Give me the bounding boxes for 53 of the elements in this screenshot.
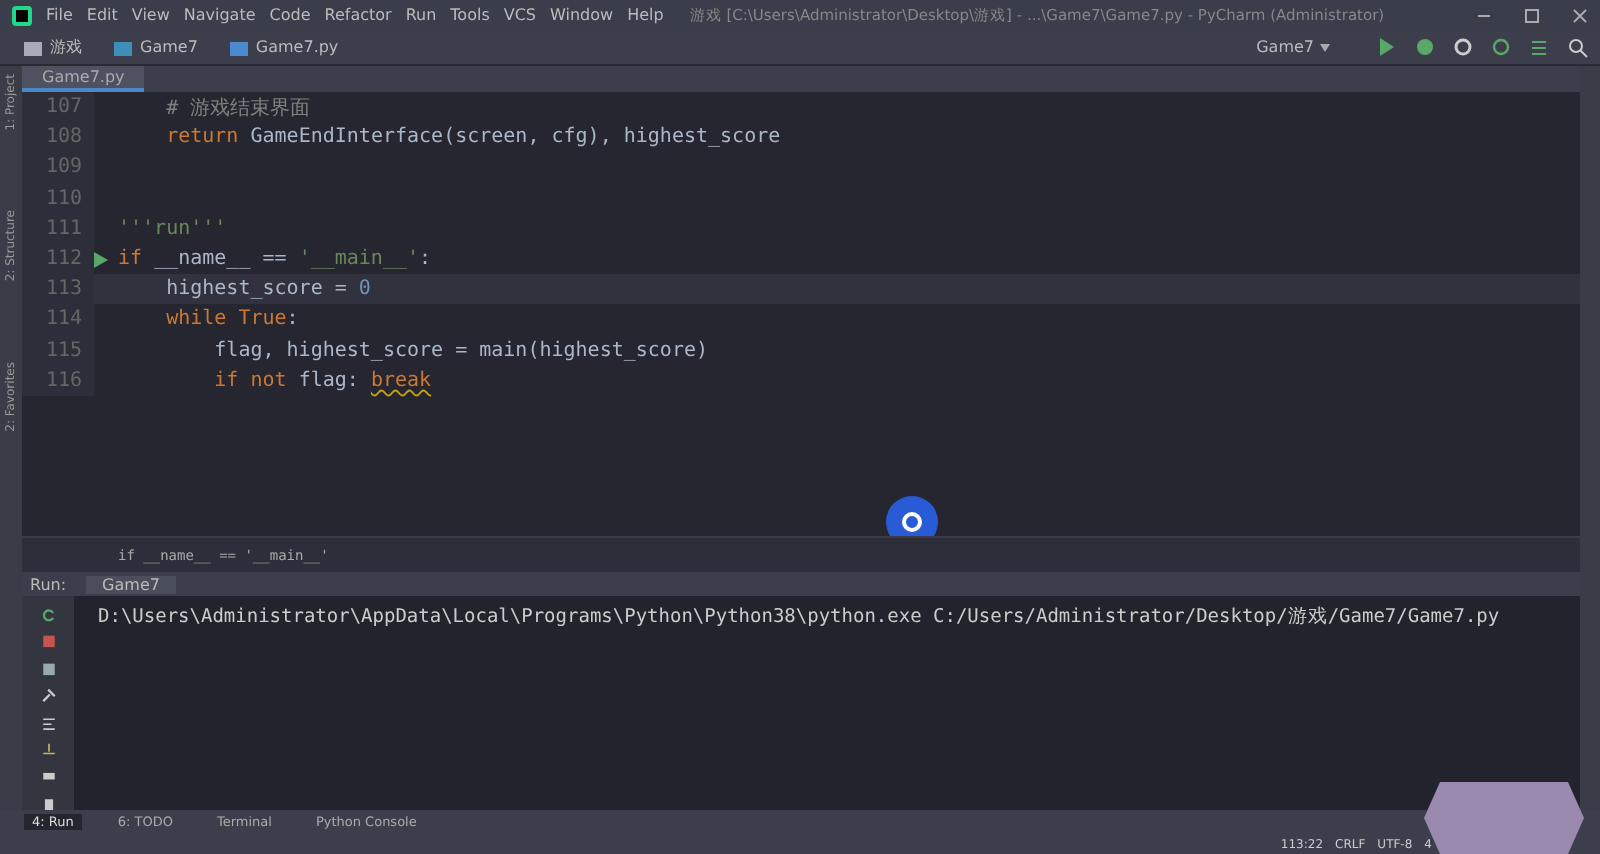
editor-tab[interactable]: Game7.py (22, 66, 145, 92)
line-number: 111 (22, 213, 94, 244)
breadcrumb-item[interactable]: Game7 (140, 38, 198, 56)
pin-icon[interactable] (39, 688, 57, 703)
menu-item[interactable]: Code (269, 6, 311, 24)
menu-item[interactable]: View (131, 6, 170, 24)
app-logo-icon (12, 5, 32, 25)
breadcrumb-item[interactable]: 游戏 (50, 36, 82, 58)
code-line: while True: (164, 308, 299, 331)
menu-item[interactable]: Tools (450, 6, 490, 24)
maximize-icon[interactable] (1524, 7, 1540, 23)
caret-icon (1320, 43, 1330, 51)
code-line: if not flag: break (212, 369, 432, 392)
code-line: # 游戏结束界面 (164, 95, 311, 122)
line-number: 113 (22, 274, 94, 305)
run-icon[interactable] (1378, 38, 1396, 56)
line-number: 115 (22, 335, 94, 366)
line-number: 114 (22, 304, 94, 335)
line-number: 108 (22, 122, 94, 153)
line-number: 109 (22, 152, 94, 184)
concurrency-icon[interactable] (1530, 38, 1548, 56)
menu-item[interactable]: VCS (503, 6, 537, 24)
debug-icon[interactable] (1416, 38, 1434, 56)
menu-item[interactable]: Window (550, 6, 614, 24)
breadcrumb-item[interactable]: Game7.py (255, 38, 339, 56)
line-number: 116 (22, 365, 94, 396)
menu-item[interactable]: Navigate (183, 6, 256, 24)
profile-icon[interactable] (1492, 38, 1510, 56)
search-icon[interactable] (1568, 37, 1588, 57)
code-line: '''run''' (118, 217, 227, 240)
menu-item[interactable]: Refactor (324, 6, 392, 24)
menu-item[interactable]: Help (627, 6, 664, 24)
soft-wrap-icon[interactable] (39, 715, 57, 730)
coverage-icon[interactable] (1454, 38, 1472, 56)
line-number: 107 (22, 92, 94, 123)
run-tab[interactable]: Game7 (86, 575, 176, 593)
code-line: highest_score = 0 (164, 278, 371, 301)
run-panel-label: Run: (30, 575, 67, 593)
stop-icon[interactable] (39, 634, 57, 650)
code-line: return GameEndInterface(screen, cfg), highest_score (164, 126, 781, 149)
menu-item[interactable]: Edit (86, 6, 118, 24)
close-icon[interactable] (1572, 7, 1588, 23)
code-line: flag, highest_score = main(highest_score) (212, 339, 709, 362)
scroll-to-end-icon[interactable] (39, 741, 57, 757)
code-line: if __name__ == '__main__': (118, 248, 432, 271)
run-config-dropdown[interactable]: Game7 (1256, 38, 1330, 56)
line-number: 110 (22, 183, 94, 214)
console-output: D:\Users\Administrator\AppData\Local\Programs\Python\Python38\python.exe C:/Users/Administrator/Desktop/游戏/Game7/Game7.py (96, 604, 1500, 632)
click-indicator-icon (886, 496, 938, 536)
line-number: 112 (22, 243, 94, 275)
menu-item[interactable]: File (46, 6, 73, 24)
menu-item[interactable]: Run (405, 6, 437, 24)
rerun-icon[interactable] (39, 608, 57, 623)
